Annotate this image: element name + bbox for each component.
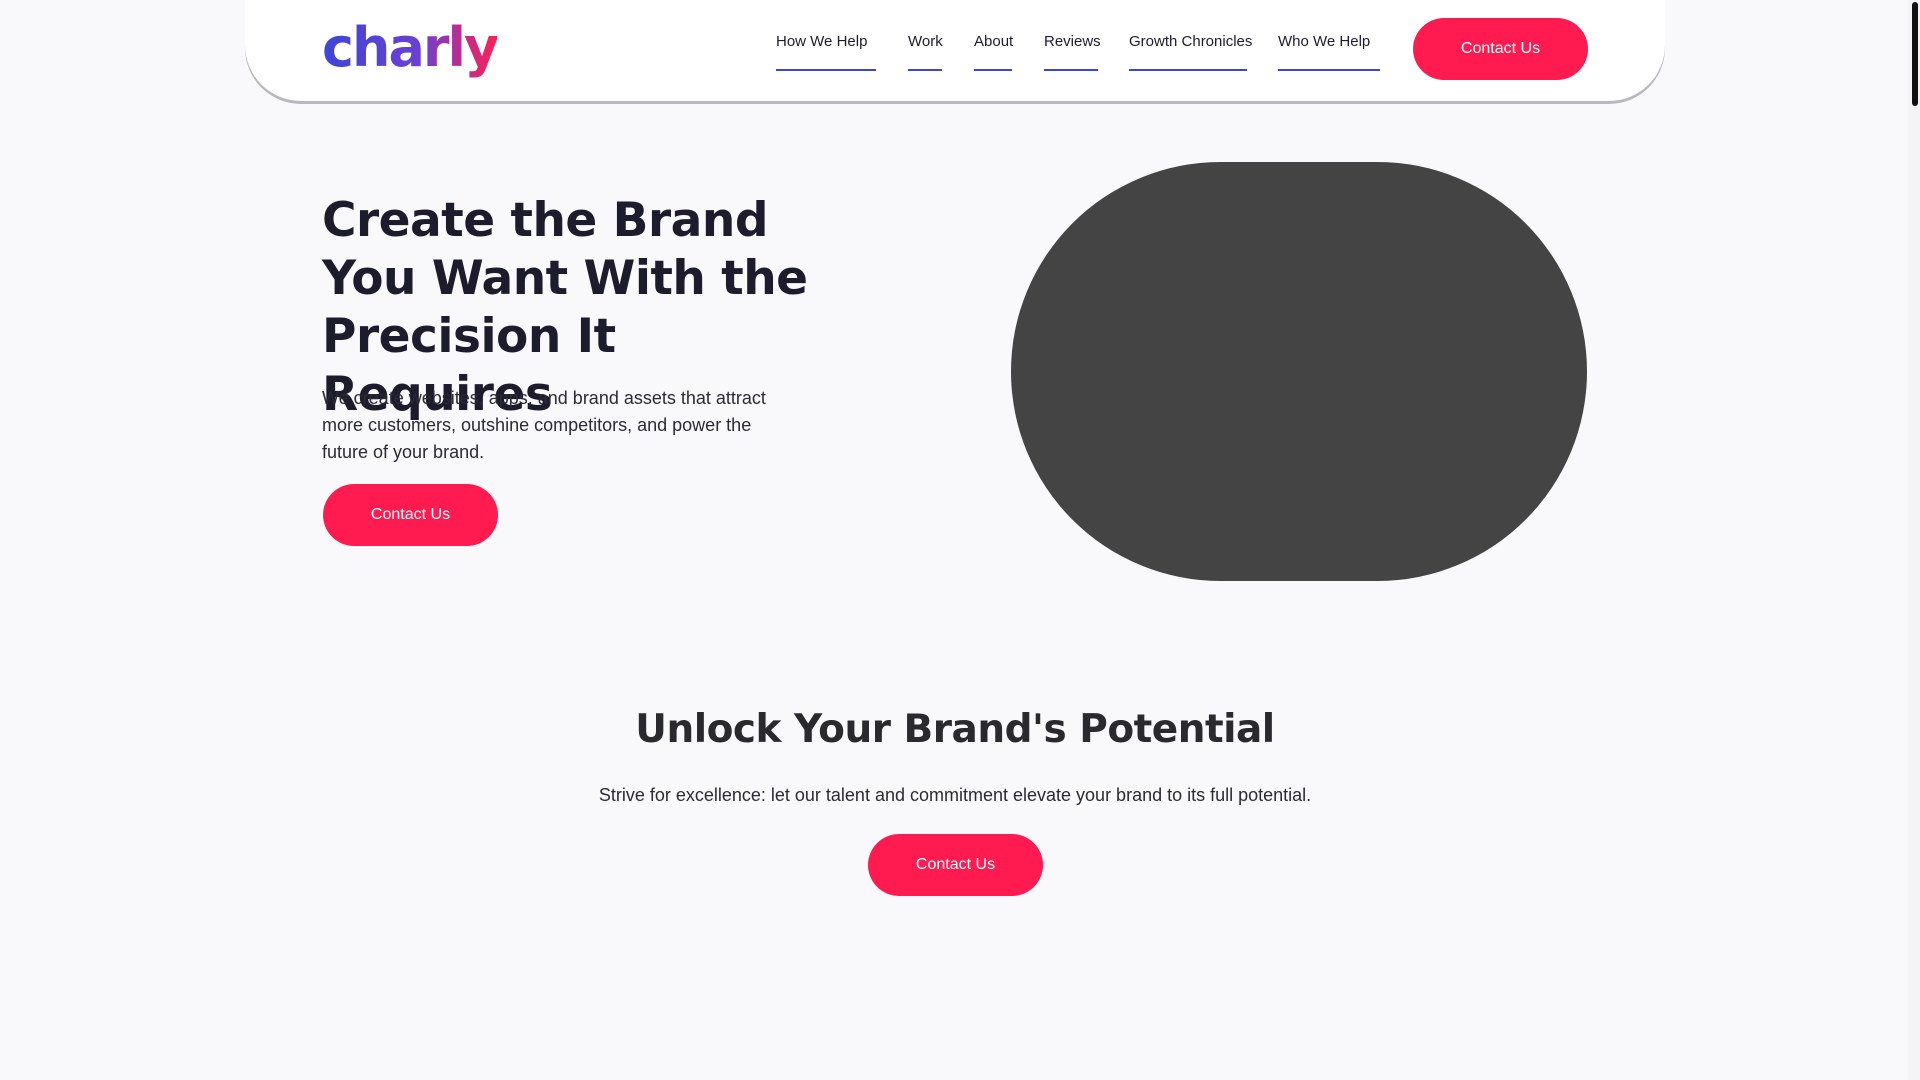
hero-subtitle: We create websites, apps, and brand asse… (322, 388, 766, 462)
header-contact-button[interactable]: Contact Us (1413, 18, 1588, 80)
unlock-section-subtitle: Strive for excellence: let our talent an… (598, 785, 1312, 805)
nav-item-work[interactable]: Work (908, 33, 943, 71)
hero-media-placeholder (1011, 162, 1587, 581)
charly-logo[interactable]: charly (322, 18, 499, 78)
nav-item-how-we-help[interactable]: How We Help (776, 33, 876, 71)
nav-item-about[interactable]: About (974, 33, 1013, 71)
unlock-contact-button[interactable]: Contact Us (868, 834, 1043, 896)
page-scrollbar[interactable] (1908, 0, 1920, 1080)
hero-contact-button[interactable]: Contact Us (323, 484, 498, 546)
nav-item-reviews[interactable]: Reviews (1044, 33, 1101, 71)
scrollbar-thumb[interactable] (1912, 2, 1918, 106)
unlock-section-title: Unlock Your Brand's Potential (635, 707, 1275, 752)
nav-item-who-we-help[interactable]: Who We Help (1278, 33, 1380, 71)
nav-item-growth-chronicles[interactable]: Growth Chronicles (1129, 33, 1252, 71)
